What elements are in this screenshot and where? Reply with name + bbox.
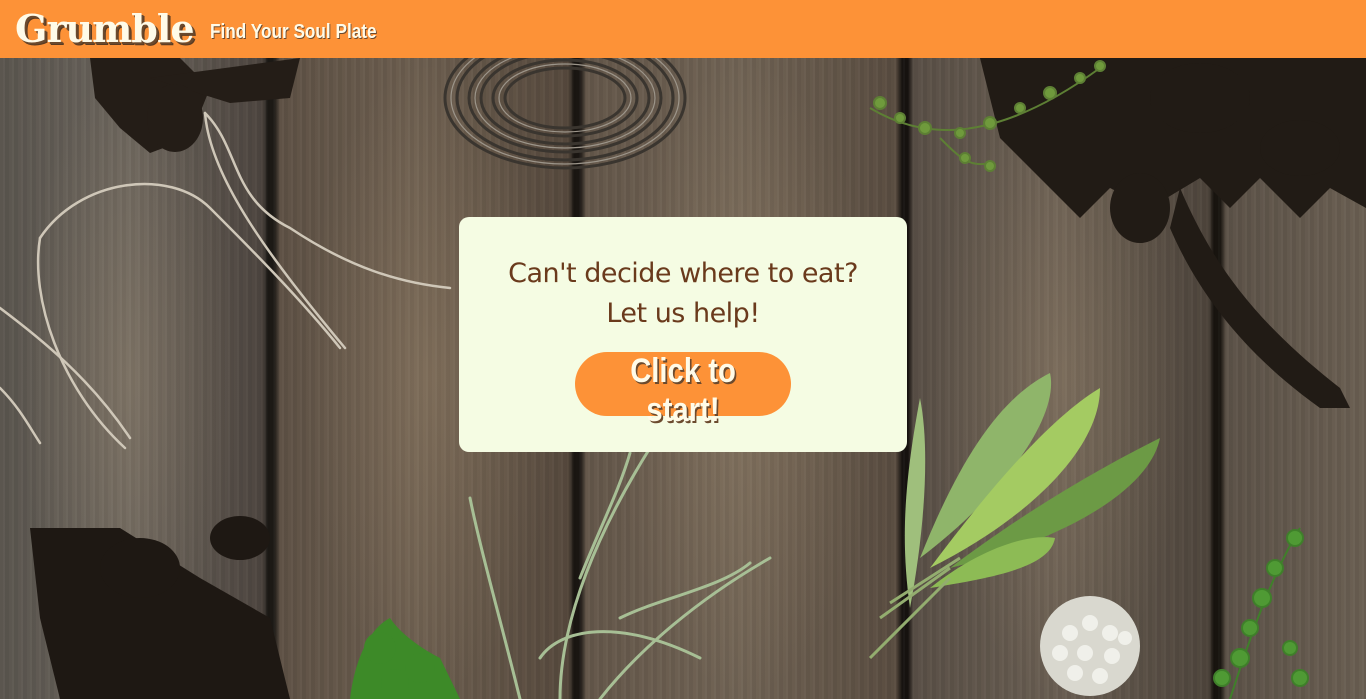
- green-sprig-decoration: [1213, 527, 1309, 699]
- start-button-label: Click to start!: [630, 352, 736, 429]
- twine-string-decoration: [0, 111, 452, 450]
- card-headline-line2: Let us help!: [606, 298, 760, 329]
- parsley-decoration: [350, 618, 460, 699]
- card-headline: Can't decide where to eat? Let us help!: [459, 254, 907, 334]
- white-flowers-decoration: [1040, 596, 1140, 696]
- brand-tagline: Find Your Soul Plate: [209, 20, 377, 43]
- start-button[interactable]: Click to start!: [575, 352, 791, 429]
- card-headline-line1: Can't decide where to eat?: [508, 258, 858, 289]
- dark-ornate-branch-decoration: [980, 58, 1366, 408]
- dark-twig-decoration: [30, 516, 290, 699]
- dark-branch-decoration: [90, 58, 300, 153]
- twine-coil-decoration: [443, 58, 687, 170]
- navbar: Grumble Find Your Soul Plate: [0, 0, 1366, 58]
- brand-logo[interactable]: Grumble: [15, 10, 194, 48]
- lavender-stems-decoration: [468, 446, 772, 699]
